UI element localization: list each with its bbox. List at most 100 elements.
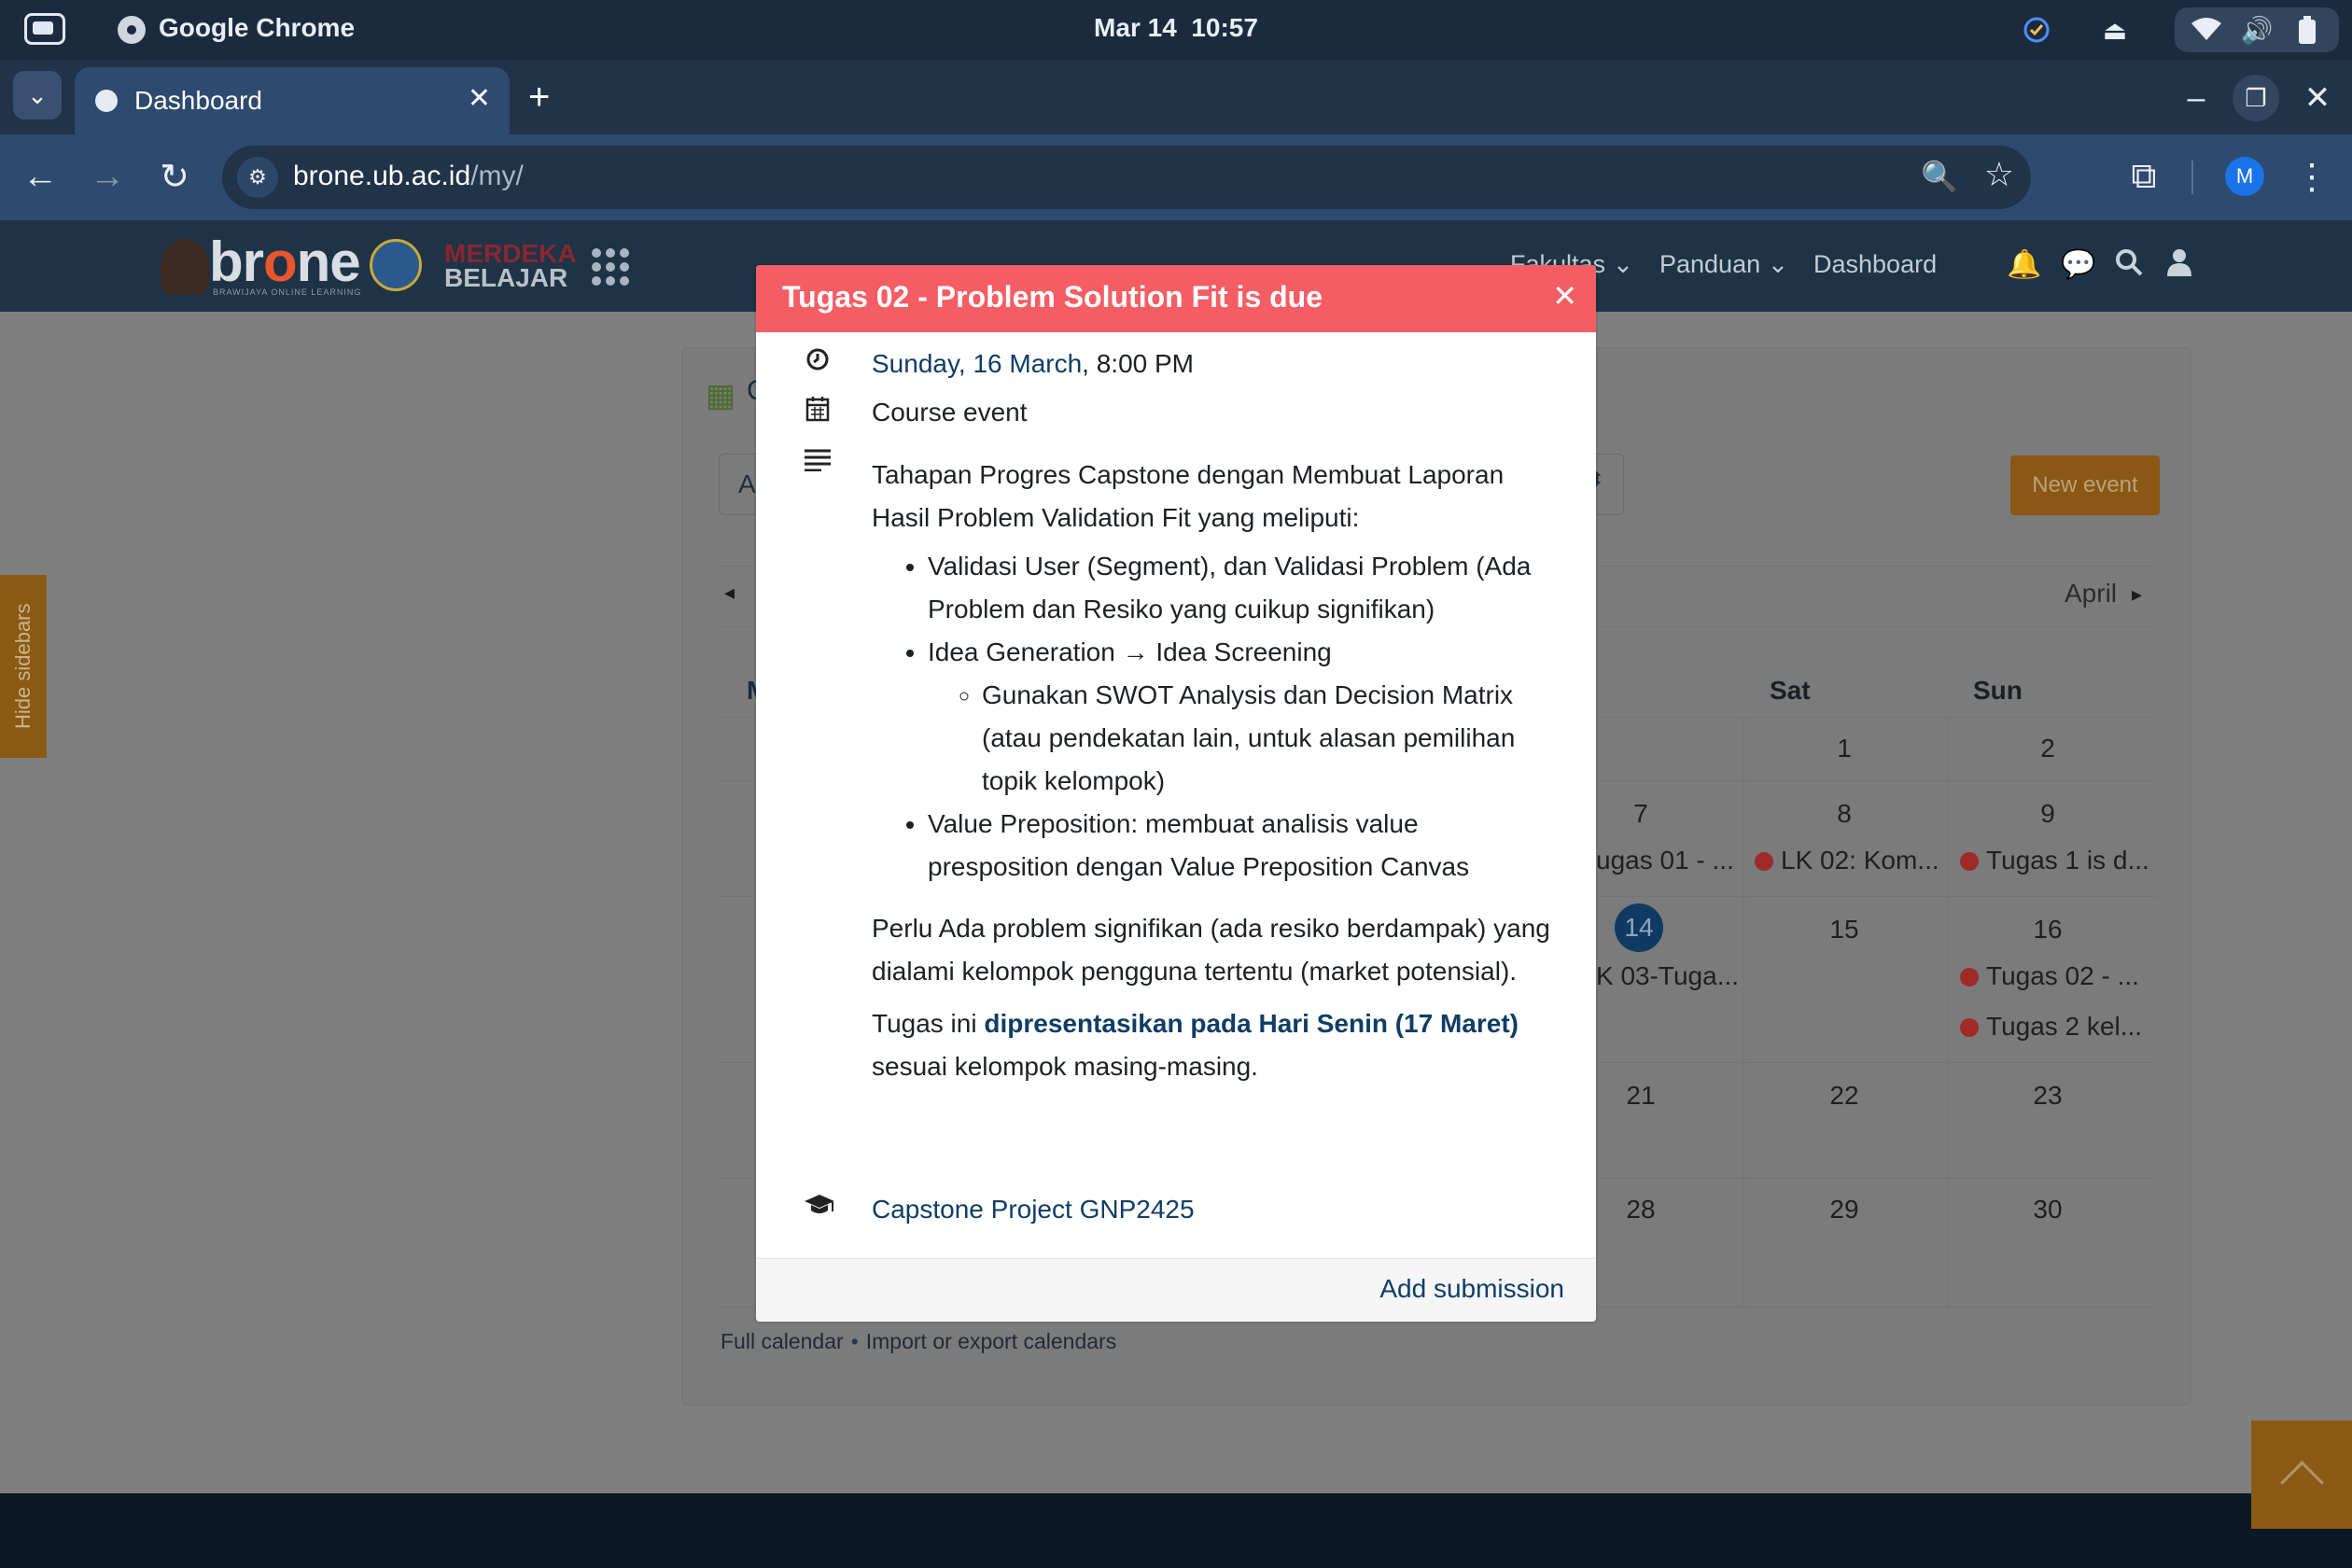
new-event-button[interactable]: New event bbox=[2010, 455, 2160, 515]
logo-part: o bbox=[263, 231, 298, 293]
eject-icon[interactable]: ⏏ bbox=[2100, 15, 2130, 45]
merdeka-logo-line2: BELAJAR bbox=[444, 263, 568, 292]
nav-label: Panduan bbox=[1659, 250, 1761, 278]
bell-icon[interactable]: 🔔 bbox=[2007, 248, 2041, 281]
browser-toolbar: ← → ↻ ⚙ brone.ub.ac.id/my/ 🔍 ☆ ⧉ M ⋮ bbox=[0, 134, 2352, 220]
desc-list: Validasi User (Segment), dan Validasi Pr… bbox=[872, 545, 1562, 889]
next-month-link[interactable]: April bbox=[2065, 579, 2117, 609]
url-host: brone.ub.ac.id bbox=[293, 161, 471, 191]
date-cell[interactable]: 22 bbox=[1816, 1081, 1872, 1111]
os-shelf: Google Chrome Mar 14 10:57 ⏏ 🔊 bbox=[0, 0, 2352, 60]
event-label: LK 02: Kom... bbox=[1781, 846, 1939, 875]
event-description: Tahapan Progres Capstone dengan Membuat … bbox=[872, 454, 1562, 1088]
calendar-icon bbox=[803, 396, 833, 428]
close-window-button[interactable]: ✕ bbox=[2294, 75, 2341, 121]
desc-emphasis: dipresentasikan pada Hari Senin (17 Mare… bbox=[984, 1009, 1519, 1038]
date-cell[interactable]: 1 bbox=[1816, 734, 1872, 763]
logo-part: ne bbox=[296, 231, 361, 293]
description-icon bbox=[803, 448, 833, 478]
wifi-icon bbox=[2191, 15, 2221, 45]
time-text: 10:57 bbox=[1191, 13, 1258, 42]
date-cell[interactable]: 29 bbox=[1816, 1195, 1872, 1225]
omnibox[interactable]: ⚙ brone.ub.ac.id/my/ 🔍 ☆ bbox=[222, 146, 2031, 209]
import-export-link[interactable]: Import or export calendars bbox=[866, 1329, 1116, 1353]
tab-close-icon[interactable]: ✕ bbox=[468, 82, 491, 115]
calendar-event[interactable]: Tugas 1 is d... bbox=[1960, 846, 2149, 875]
zoom-icon[interactable]: 🔍 bbox=[1921, 159, 1958, 194]
calendar-event[interactable]: Tugas 02 - ... bbox=[1960, 961, 2139, 991]
url-text[interactable]: brone.ub.ac.id/my/ bbox=[293, 161, 524, 192]
link-separator: • bbox=[850, 1329, 859, 1353]
date-cell[interactable]: 7 bbox=[1613, 799, 1669, 829]
event-date-link[interactable]: Sunday, 16 March bbox=[872, 349, 1082, 378]
status-area[interactable]: 🔊 bbox=[2175, 7, 2339, 52]
desc-paragraph: Tugas ini dipresentasikan pada Hari Seni… bbox=[872, 1002, 1562, 1088]
full-calendar-link[interactable]: Full calendar bbox=[721, 1329, 844, 1353]
grid-line bbox=[1947, 717, 1948, 1309]
launcher-icon[interactable] bbox=[24, 13, 65, 45]
user-icon[interactable] bbox=[2167, 248, 2191, 284]
graduation-cap-icon bbox=[803, 1193, 834, 1224]
desc-bullet-text: Idea Generation → Idea Screening bbox=[928, 637, 1332, 666]
event-label: K 03-Tuga... bbox=[1596, 961, 1740, 990]
back-button[interactable]: ← bbox=[17, 153, 63, 200]
check-circle-icon[interactable] bbox=[2022, 15, 2051, 45]
nav-dashboard[interactable]: Dashboard bbox=[1813, 250, 1937, 279]
minimize-button[interactable]: – bbox=[2173, 75, 2219, 121]
chat-icon[interactable]: 💬 bbox=[2061, 248, 2095, 281]
calendar-icon: ▦ bbox=[706, 378, 736, 413]
back-to-top-button[interactable] bbox=[2251, 1421, 2352, 1529]
desc-text: Tugas ini bbox=[872, 1009, 985, 1038]
tab-dashboard[interactable]: Dashboard ✕ bbox=[75, 67, 510, 134]
calendar-event[interactable]: LK 02: Kom... bbox=[1755, 846, 1939, 875]
event-type: Course event bbox=[872, 398, 1028, 427]
restore-button[interactable]: ❐ bbox=[2233, 75, 2279, 121]
kemdikbud-seal-logo bbox=[370, 239, 422, 291]
today-date[interactable]: 14 bbox=[1615, 903, 1663, 952]
event-time: , 8:00 PM bbox=[1082, 349, 1195, 378]
date-cell[interactable]: 2 bbox=[2020, 734, 2076, 763]
add-submission-link[interactable]: Add submission bbox=[1379, 1274, 1564, 1304]
course-link[interactable]: Capstone Project GNP2425 bbox=[872, 1195, 1195, 1225]
date-cell[interactable]: 21 bbox=[1613, 1081, 1669, 1111]
calendar-event[interactable]: Tugas 2 kel... bbox=[1960, 1012, 2142, 1042]
next-month-icon[interactable]: ▸ bbox=[2132, 582, 2142, 607]
url-path: /my/ bbox=[470, 161, 524, 191]
date-cell[interactable]: 8 bbox=[1816, 799, 1872, 829]
prev-month-icon[interactable]: ◂ bbox=[724, 581, 735, 605]
bookmark-star-icon[interactable]: ☆ bbox=[1984, 155, 2014, 194]
date-cell[interactable]: 15 bbox=[1816, 915, 1872, 945]
date-cell[interactable]: 9 bbox=[2020, 799, 2076, 829]
brone-mascot-logo bbox=[161, 239, 209, 295]
logo-part: br bbox=[209, 231, 264, 293]
day-header-sun: Sun bbox=[1973, 676, 2023, 705]
menu-kebab-icon[interactable]: ⋮ bbox=[2289, 153, 2335, 200]
desc-paragraph: Perlu Ada problem signifikan (ada resiko… bbox=[872, 914, 1550, 986]
site-info-icon[interactable]: ⚙ bbox=[237, 157, 278, 198]
clock-icon bbox=[803, 347, 833, 378]
reload-button[interactable]: ↻ bbox=[151, 153, 198, 200]
nav-panduan[interactable]: Panduan ⌄ bbox=[1659, 250, 1788, 279]
apps-grid-icon[interactable] bbox=[592, 248, 629, 286]
date-cell[interactable]: 16 bbox=[2020, 915, 2076, 945]
calendar-event[interactable]: K 03-Tuga... bbox=[1596, 961, 1739, 991]
date-cell[interactable]: 23 bbox=[2020, 1081, 2076, 1111]
date-cell[interactable]: 28 bbox=[1613, 1195, 1669, 1225]
date-cell[interactable]: 30 bbox=[2020, 1195, 2076, 1225]
event-dot-icon bbox=[1960, 852, 1979, 871]
profile-avatar[interactable]: M bbox=[2225, 157, 2264, 196]
close-icon[interactable]: ✕ bbox=[1552, 278, 1577, 314]
tab-search-button[interactable]: ⌄ bbox=[13, 71, 62, 119]
logo-subtitle: BRAWIJAYA ONLINE LEARNING bbox=[213, 287, 362, 297]
search-icon[interactable] bbox=[2115, 248, 2143, 284]
event-label: Tugas 2 kel... bbox=[1986, 1012, 2143, 1041]
calendar-event[interactable]: ugas 01 - ... bbox=[1596, 846, 1734, 875]
event-label: Tugas 1 is d... bbox=[1986, 846, 2149, 875]
desc-sublist: Gunakan SWOT Analysis dan Decision Matri… bbox=[928, 674, 1562, 803]
forward-button[interactable]: → bbox=[84, 153, 131, 200]
hide-sidebars-button[interactable]: Hide sidebars bbox=[0, 575, 47, 758]
new-tab-button[interactable]: + bbox=[528, 78, 550, 116]
brone-logo[interactable]: brone bbox=[209, 230, 361, 294]
date-text: Mar 14 bbox=[1094, 13, 1177, 42]
extensions-icon[interactable]: ⧉ bbox=[2121, 153, 2167, 200]
